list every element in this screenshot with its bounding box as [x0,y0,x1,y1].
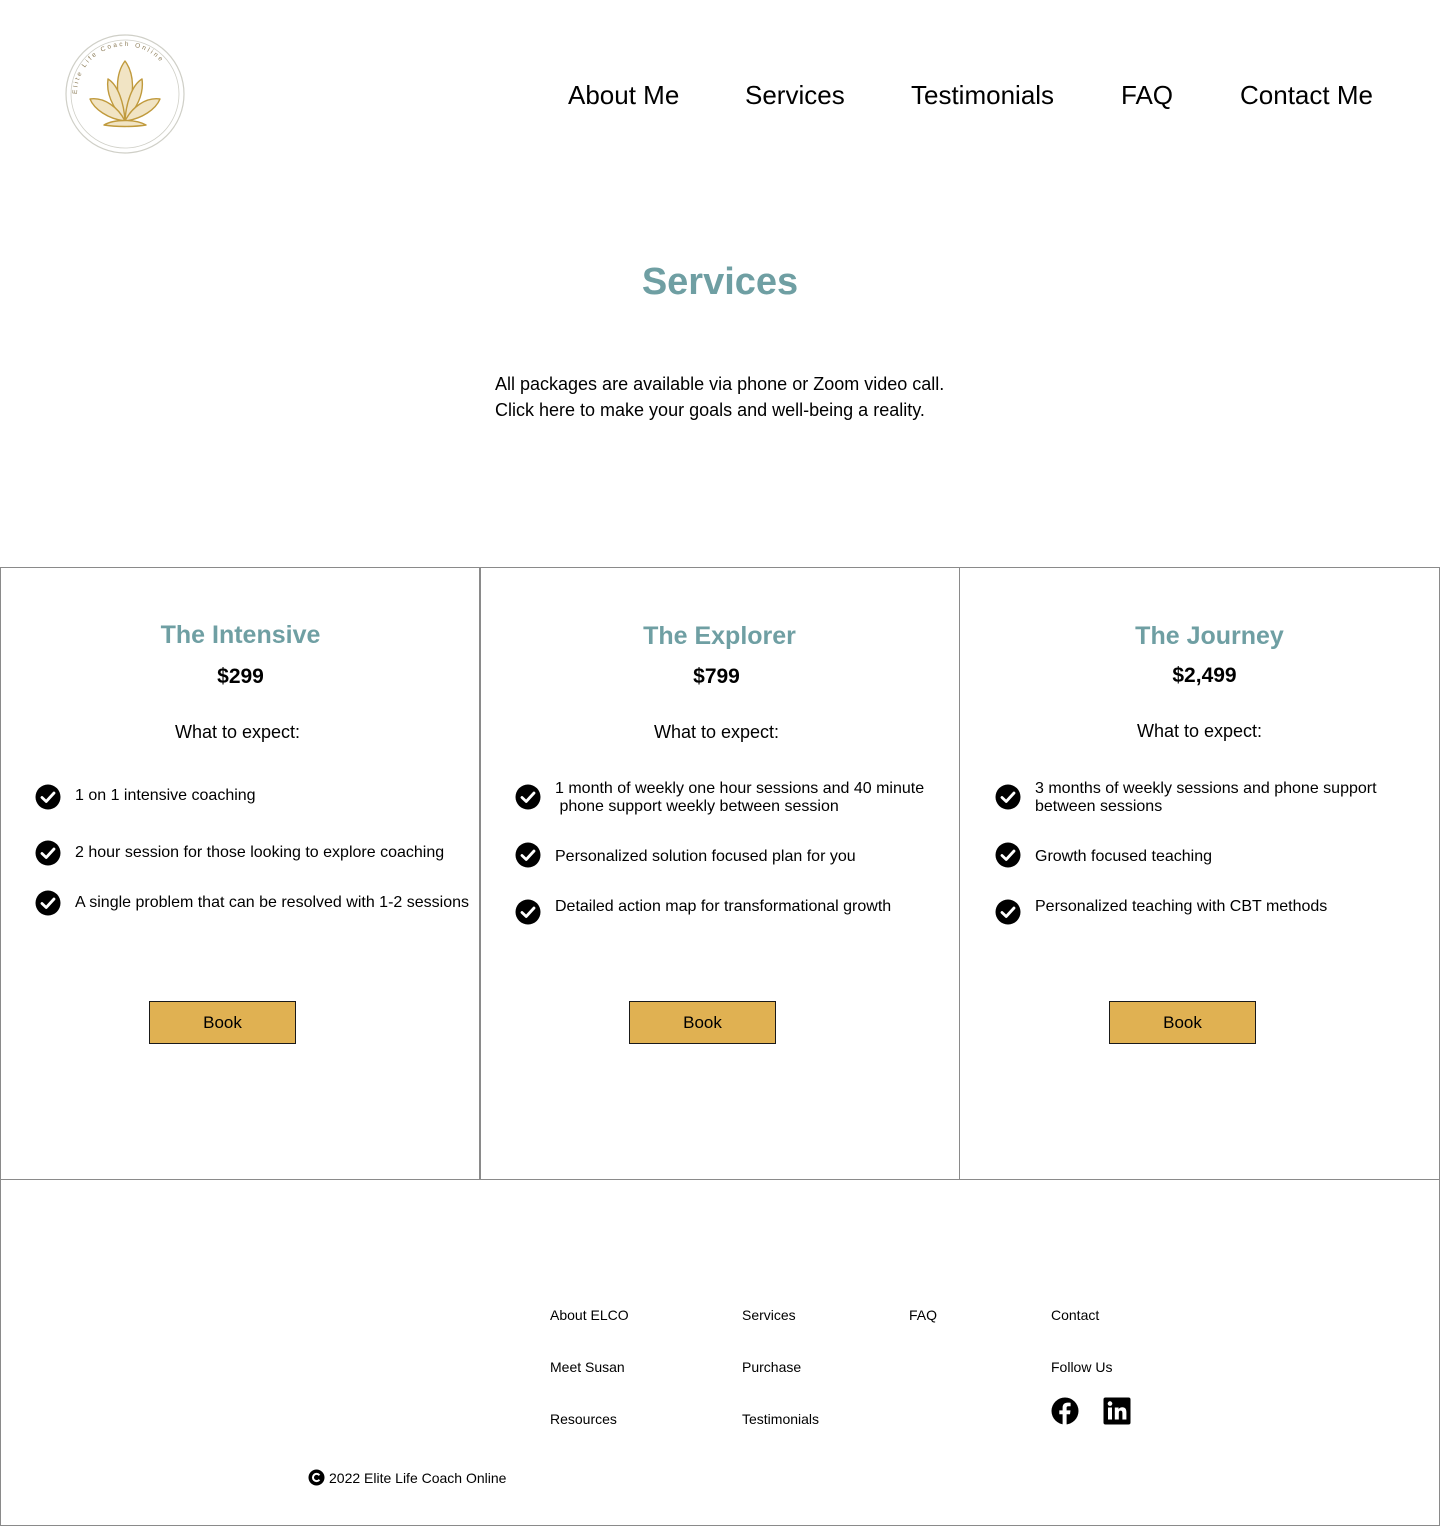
footer-link-purchase[interactable]: Purchase [742,1358,801,1376]
feature-text: A single problem that can be resolved wi… [75,894,469,911]
check-circle-icon [515,899,541,925]
feature-item: Personalized teaching with CBT methods [1035,898,1327,916]
feature-text: 1 on 1 intensive coaching [75,787,256,804]
book-button-intensive[interactable]: Book [149,1001,296,1044]
nav-about-me[interactable]: About Me [568,78,679,112]
feature-item: Personalized solution focused plan for y… [555,848,856,866]
intro-text: All packages are available via phone or … [495,371,944,423]
nav-testimonials[interactable]: Testimonials [911,78,1054,112]
package-card-journey: The Journey $2,499 What to expect: 3 mon… [959,567,1440,1180]
feature-item: Detailed action map for transformational… [555,898,891,916]
footer-link-services[interactable]: Services [742,1306,796,1324]
check-circle-icon [995,899,1021,925]
package-price: $2,499 [1172,664,1237,687]
check-circle-icon [995,784,1021,810]
feature-text-continued: between sessions [1035,798,1163,815]
book-button-explorer[interactable]: Book [629,1001,776,1044]
check-circle-icon [515,784,541,810]
check-circle-icon [35,890,61,916]
footer-link-testimonials[interactable]: Testimonials [742,1410,819,1428]
feature-text: Growth focused teaching [1035,848,1212,865]
what-to-expect-label: What to expect: [653,722,780,742]
intro-line-2[interactable]: Click here to make your goals and well-b… [495,397,944,423]
feature-item: 1 on 1 intensive coaching [75,787,256,805]
footer-link-faq[interactable]: FAQ [909,1306,937,1324]
footer-link-about-elco[interactable]: About ELCO [550,1306,629,1324]
package-card-explorer: The Explorer $799 What to expect: 1 mont… [479,567,960,1180]
copyright-icon [308,1469,325,1486]
footer-link-meet-susan[interactable]: Meet Susan [550,1358,625,1376]
feature-text: 2 hour session for those looking to expl… [75,844,445,861]
package-price: $299 [217,665,264,688]
intro-line-1: All packages are available via phone or … [495,374,945,394]
what-to-expect-label: What to expect: [1136,721,1263,741]
copyright-text: 2022 Elite Life Coach Online [329,1470,507,1486]
package-title: The Intensive [160,621,321,649]
feature-text: 1 month of weekly one hour sessions and … [555,780,925,797]
feature-text: 3 months of weekly sessions and phone su… [1035,780,1377,797]
feature-text: Personalized solution focused plan for y… [555,848,856,865]
feature-text-continued: phone support weekly between session [555,798,839,815]
feature-item: 3 months of weekly sessions and phone su… [1035,780,1377,816]
what-to-expect-label: What to expect: [174,722,301,742]
footer-follow-us-label: Follow Us [1051,1359,1113,1375]
nav-contact-me[interactable]: Contact Me [1240,78,1373,112]
copyright-notice: 2022 Elite Life Coach Online [308,1469,506,1487]
check-circle-icon [515,842,541,868]
package-title: The Journey [1135,622,1284,650]
page-title: Services [641,261,799,303]
packages-section: The Intensive $299 What to expect: 1 on … [0,567,1440,1180]
feature-item: 1 month of weekly one hour sessions and … [555,780,924,816]
check-circle-icon [35,784,61,810]
package-title: The Explorer [643,622,796,650]
package-card-intensive: The Intensive $299 What to expect: 1 on … [0,567,481,1180]
footer-link-contact[interactable]: Contact [1051,1306,1099,1324]
feature-text: Personalized teaching with CBT methods [1035,898,1328,915]
footer-link-resources[interactable]: Resources [550,1410,617,1428]
facebook-icon[interactable] [1050,1396,1080,1426]
package-price: $799 [693,665,740,688]
site-footer: About ELCO Meet Susan Resources Services… [0,1179,1440,1526]
linkedin-icon[interactable] [1102,1396,1132,1426]
feature-item: 2 hour session for those looking to expl… [75,844,444,862]
feature-item: Growth focused teaching [1035,848,1212,866]
nav-faq[interactable]: FAQ [1121,78,1173,112]
feature-text: Detailed action map for transformational… [555,898,892,915]
feature-item: A single problem that can be resolved wi… [75,894,469,912]
check-circle-icon [35,840,61,866]
book-button-journey[interactable]: Book [1109,1001,1256,1044]
main-nav: About Me Services Testimonials FAQ Conta… [0,78,1440,114]
check-circle-icon [995,842,1021,868]
nav-services[interactable]: Services [745,78,845,112]
